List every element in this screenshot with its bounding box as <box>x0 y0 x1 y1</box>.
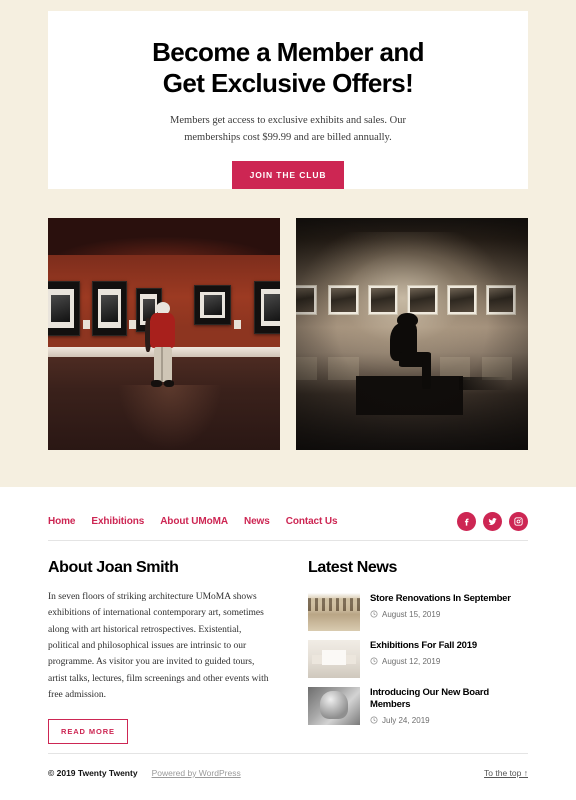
artwork-frame <box>254 280 280 334</box>
news-thumbnail <box>308 593 360 631</box>
news-item-title[interactable]: Introducing Our New Board Members <box>370 687 528 711</box>
news-item-text: Store Renovations In September August 15… <box>370 593 528 619</box>
hero-subtitle: Members get access to exclusive exhibits… <box>170 115 406 144</box>
wall-label <box>233 320 241 330</box>
news-item-date-text: July 24, 2019 <box>382 715 430 725</box>
about-body-text: In seven floors of striking architecture… <box>48 592 269 700</box>
latest-news-column: Latest News Store Renovations In Septemb… <box>308 559 528 744</box>
visitor-figure <box>145 301 178 387</box>
news-item-date: August 15, 2019 <box>370 610 528 619</box>
nav-item-about-umoma[interactable]: About UMoMA <box>160 516 228 527</box>
footer-navigation: Home Exhibitions About UMoMA News Contac… <box>48 505 528 537</box>
clock-icon <box>370 657 378 665</box>
red-room-illustration <box>48 218 280 450</box>
hero-title-line-2: Get Exclusive Offers! <box>162 67 414 98</box>
about-heading: About Joan Smith <box>48 559 179 576</box>
gallery-photo-red-room <box>48 218 280 450</box>
gallery-image-row <box>48 218 528 450</box>
vignette-overlay <box>296 218 528 450</box>
news-item-date-text: August 12, 2019 <box>382 656 441 666</box>
nav-item-contact-us[interactable]: Contact Us <box>286 516 338 527</box>
hero-membership-card: Become a Member and Get Exclusive Offers… <box>48 11 528 190</box>
page-root: Become a Member and Get Exclusive Offers… <box>0 0 576 800</box>
nav-item-exhibitions[interactable]: Exhibitions <box>91 516 144 527</box>
wall-label <box>129 320 137 330</box>
nav-item-home[interactable]: Home <box>48 516 75 527</box>
facebook-icon[interactable] <box>457 511 476 531</box>
hero-title: Become a Member and Get Exclusive Offers… <box>152 37 424 98</box>
lower-content-section: Home Exhibitions About UMoMA News Contac… <box>0 487 576 800</box>
artwork-frame <box>48 280 81 337</box>
news-item-date: August 12, 2019 <box>370 657 528 666</box>
nav-link-list: Home Exhibitions About UMoMA News Contac… <box>48 516 338 527</box>
gallery-photo-sepia-room <box>296 218 528 450</box>
clock-icon <box>370 610 378 618</box>
latest-news-heading: Latest News <box>308 559 397 576</box>
to-the-top-link[interactable]: To the top ↑ <box>484 768 528 778</box>
nav-divider <box>48 540 528 541</box>
sepia-room-illustration <box>296 218 528 450</box>
news-item-title[interactable]: Store Renovations In September <box>370 593 528 605</box>
copyright-text: © 2019 Twenty Twenty <box>48 768 138 778</box>
artwork-frame <box>92 280 127 337</box>
join-the-club-button[interactable]: JOIN THE CLUB <box>231 161 345 190</box>
news-item-date: July 24, 2019 <box>370 716 528 725</box>
site-footer: © 2019 Twenty Twenty Powered by WordPres… <box>48 759 528 787</box>
news-list: Store Renovations In September August 15… <box>308 593 528 725</box>
footer-divider <box>48 753 528 754</box>
clock-icon <box>370 716 378 724</box>
social-links <box>457 511 528 531</box>
about-column: About Joan Smith In seven floors of stri… <box>48 559 270 745</box>
artwork-frame <box>194 285 232 325</box>
nav-item-news[interactable]: News <box>244 516 270 527</box>
list-item[interactable]: Store Renovations In September August 15… <box>308 593 528 631</box>
news-item-date-text: August 15, 2019 <box>382 609 441 619</box>
footer-left-group: © 2019 Twenty Twenty Powered by WordPres… <box>48 768 241 778</box>
news-item-title[interactable]: Exhibitions For Fall 2019 <box>370 640 528 652</box>
powered-by-link[interactable]: Powered by WordPress <box>152 768 241 778</box>
news-thumbnail <box>308 640 360 678</box>
news-item-text: Introducing Our New Board Members July 2… <box>370 687 528 725</box>
wall-label <box>82 320 90 330</box>
twitter-icon[interactable] <box>483 511 502 531</box>
content-columns: About Joan Smith In seven floors of stri… <box>48 559 528 745</box>
news-item-text: Exhibitions For Fall 2019 August 12, 201… <box>370 640 528 666</box>
read-more-button[interactable]: READ MORE <box>48 719 128 745</box>
instagram-icon[interactable] <box>509 511 528 531</box>
hero-title-line-1: Become a Member and <box>152 37 424 67</box>
list-item[interactable]: Exhibitions For Fall 2019 August 12, 201… <box>308 640 528 678</box>
news-thumbnail <box>308 687 360 725</box>
ceiling-shade <box>48 218 280 256</box>
list-item[interactable]: Introducing Our New Board Members July 2… <box>308 687 528 725</box>
